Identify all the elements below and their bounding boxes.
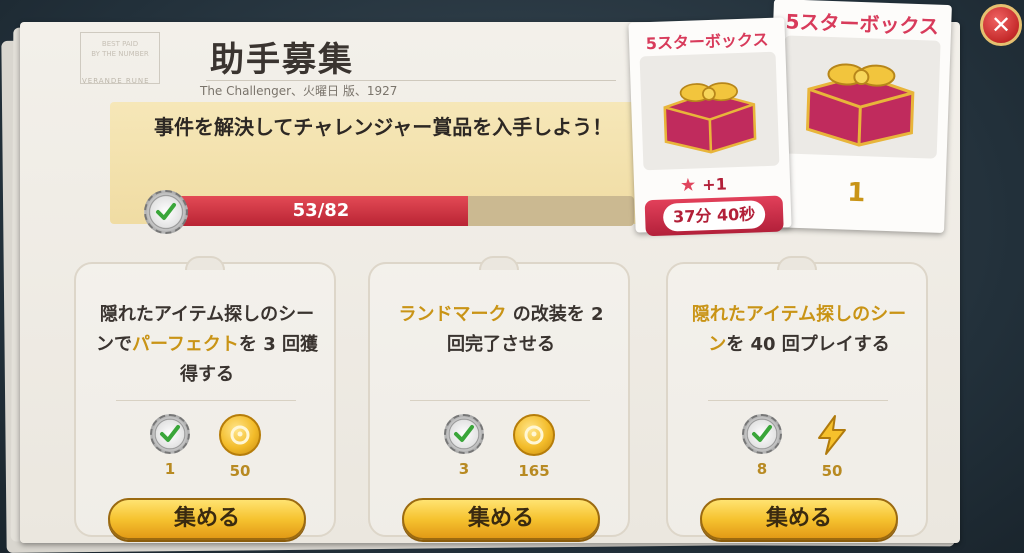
goal-banner: 事件を解決してチャレンジャー賞品を入手しよう！ 53/82 xyxy=(110,102,670,234)
lightning-bolt-icon xyxy=(811,414,853,456)
checkmark-badge-icon xyxy=(150,414,190,454)
reward-item: 3 xyxy=(440,414,488,480)
gold-coin-icon xyxy=(513,414,555,456)
timer-text: 37分 40秒 xyxy=(662,200,766,232)
reward-item: 50 xyxy=(808,414,856,480)
reward-value: 50 xyxy=(229,462,251,480)
progress-text: 53/82 xyxy=(292,200,350,221)
star-bonus: ★ +1 xyxy=(680,173,727,196)
prize-card-next[interactable]: 5スターボックス 1 xyxy=(766,0,952,234)
checkmark-badge-icon xyxy=(144,190,188,234)
stamp-line-2: BY THE NUMBER xyxy=(91,50,149,58)
reward-value: 1 xyxy=(164,460,176,478)
prize-current-label: 5スターボックス xyxy=(645,29,769,54)
collect-button[interactable]: 集める xyxy=(108,498,306,540)
timer-ribbon: 37分 40秒 xyxy=(644,195,784,237)
task-card: ランドマーク の改装を 2 回完了させる 3 165 集める xyxy=(368,256,630,540)
title-divider xyxy=(206,80,616,81)
gift-box-icon xyxy=(639,51,780,171)
star-bonus-value: +1 xyxy=(701,174,728,195)
progress-bar: 53/82 xyxy=(166,196,634,226)
gift-box-icon xyxy=(780,35,941,159)
card-ornament xyxy=(185,256,225,270)
task-highlight-text: ランドマーク xyxy=(398,304,507,325)
task-card: 隠れたアイテム探しのシーンを 40 回プレイする 8 50 集める xyxy=(666,256,928,540)
task-card: 隠れたアイテム探しのシーンでパーフェクトを 3 回獲得する 1 50 集める xyxy=(74,256,336,540)
task-description: 隠れたアイテム探しのシーンを 40 回プレイする xyxy=(686,300,912,360)
checkmark-badge-icon xyxy=(444,414,484,454)
reward-item: 1 xyxy=(146,414,194,480)
goal-text: 事件を解決してチャレンジャー賞品を入手しよう！ xyxy=(154,115,613,139)
star-icon: ★ xyxy=(679,174,697,197)
close-icon: ✕ xyxy=(990,11,1012,39)
checkmark-badge-icon xyxy=(742,414,782,454)
card-divider xyxy=(116,400,296,401)
reward-item: 8 xyxy=(738,414,786,480)
reward-value: 3 xyxy=(458,460,470,478)
reward-item: 165 xyxy=(510,414,558,480)
task-description: 隠れたアイテム探しのシーンでパーフェクトを 3 回獲得する xyxy=(94,300,320,390)
reward-list: 8 50 xyxy=(668,414,926,480)
gold-coin-icon xyxy=(219,414,261,456)
reward-list: 1 50 xyxy=(76,414,334,480)
stamp-line-1: BEST PAID xyxy=(101,40,139,48)
task-text: を 40 回プレイする xyxy=(726,334,890,355)
task-highlight-text: パーフェクト xyxy=(132,334,239,355)
prize-next-count: 1 xyxy=(846,177,866,209)
card-ornament xyxy=(777,256,817,270)
reward-item: 50 xyxy=(216,414,264,480)
collect-button[interactable]: 集める xyxy=(700,498,898,540)
prize-card-current[interactable]: 5スターボックス ★ +1 37分 40秒 xyxy=(628,17,792,237)
stamp-footer: VERANDE RUNE xyxy=(82,77,150,85)
close-button[interactable]: ✕ xyxy=(980,4,1022,46)
reward-value: 50 xyxy=(821,462,843,480)
prize-next-label: 5スターボックス xyxy=(785,9,940,39)
reward-list: 3 165 xyxy=(370,414,628,480)
card-divider xyxy=(708,400,888,401)
reward-value: 8 xyxy=(756,460,768,478)
page-subtitle: The Challenger、火曜日 版、1927 xyxy=(200,84,398,98)
card-ornament xyxy=(479,256,519,270)
page-title: 助手募集 xyxy=(210,40,354,80)
reward-value: 165 xyxy=(518,462,550,480)
card-divider xyxy=(410,400,590,401)
collect-button[interactable]: 集める xyxy=(402,498,600,540)
task-description: ランドマーク の改装を 2 回完了させる xyxy=(388,300,614,360)
